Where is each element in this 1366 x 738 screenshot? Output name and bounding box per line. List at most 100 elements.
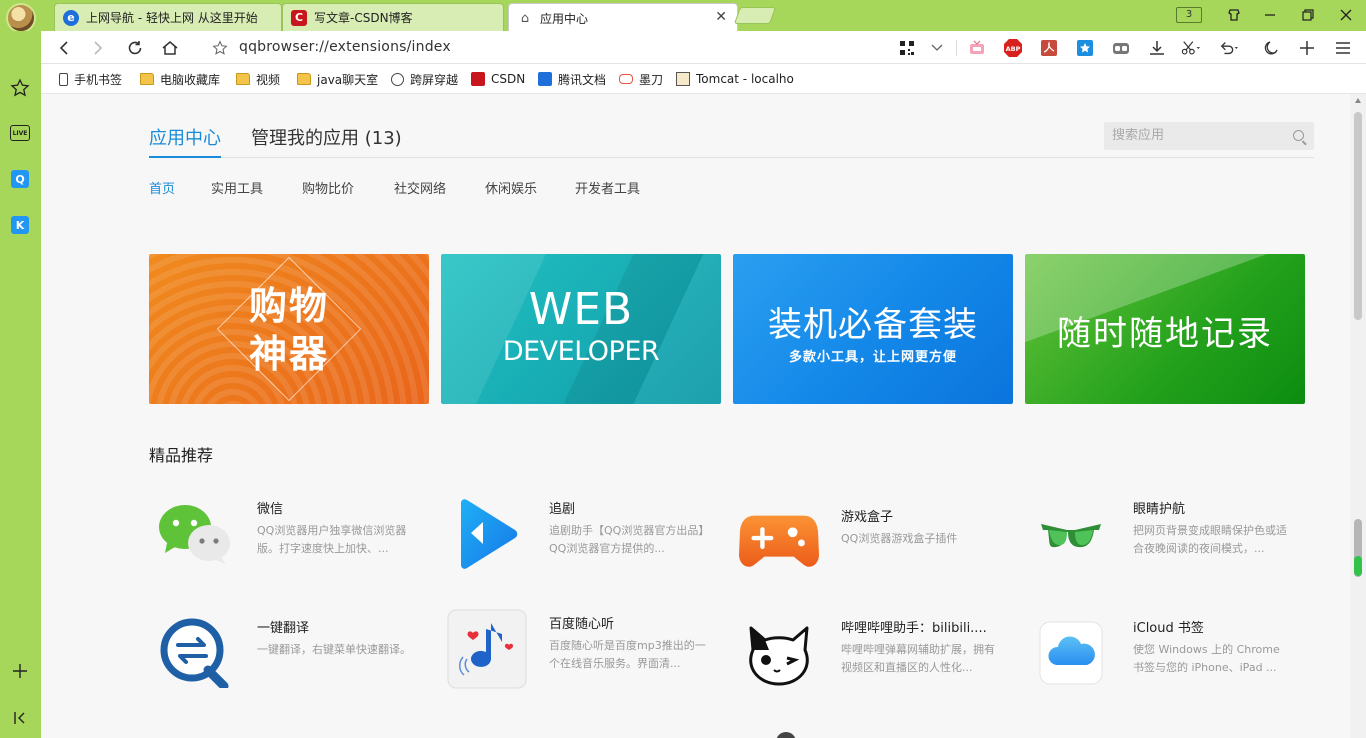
app-name: 哔哩哔哩助手：bilibili.... [841,621,987,636]
app-description: 使您 Windows 上的 Chrome 书签与您的 iPhone、iPad .… [1133,643,1280,674]
tv-extension-icon[interactable] [967,38,987,58]
phone-icon [59,72,68,86]
banner-shopping-tool[interactable]: 购物 神器 [149,254,429,404]
add-sidebar-app-icon[interactable] [9,660,31,682]
bookmark-tomcat[interactable]: Tomcat - localho [676,71,794,87]
bookmark-folder-pc-favorites[interactable]: 电脑收藏库 [140,71,220,87]
banner-essential-kit[interactable]: 装机必备套装 多款小工具，让上网更方便 [733,254,1013,404]
new-tab-button[interactable] [733,7,777,24]
category-leisure[interactable]: 休闲娱乐 [485,178,537,197]
collapse-sidebar-icon[interactable] [9,707,31,729]
icloud-icon [1031,613,1111,693]
bookmark-star-icon[interactable] [209,37,231,59]
page-scrollbar[interactable] [1350,94,1366,738]
app-description: 百度随心听是百度mp3推出的一个在线音乐服务。界面清... [549,639,706,670]
app-card-one-click-translate[interactable]: 一键翻译 一键翻译，右键菜单快速翻译。 [149,613,429,703]
url-field[interactable]: qqbrowser://extensions/index [239,39,451,55]
bookmark-label: Tomcat - localho [696,72,794,86]
toolbar-divider [956,40,957,56]
bilibili-cat-icon [739,613,819,693]
app-description: 一键翻译，右键菜单快速翻译。 [257,643,411,656]
live-label: LIVE [10,125,30,141]
app-card-wechat[interactable]: 微信 QQ浏览器用户独享微信浏览器版。打字速度快上加快、... [149,494,429,584]
globe-icon [391,72,404,86]
restore-icon[interactable] [1298,6,1318,24]
app-name: 微信 [257,502,284,517]
app-card-baidu-music[interactable]: 百度随心听 百度随心听是百度mp3推出的一个在线音乐服务。界面清... [441,609,721,699]
back-icon[interactable] [53,37,75,59]
banner-web-developer[interactable]: WEB DEVELOPER [441,254,721,404]
bookmark-label: 电脑收藏库 [160,72,221,87]
music-note-icon [447,609,527,689]
night-mode-moon-icon[interactable] [1261,38,1281,58]
k-app-icon[interactable]: K [9,214,31,236]
search-icon[interactable] [1293,130,1304,141]
banner-record-anytime[interactable]: 随时随地记录 [1025,254,1305,404]
close-window-icon[interactable] [1336,6,1356,24]
app-card-bilibili-helper[interactable]: 哔哩哔哩助手：bilibili.... 哔哩哔哩弹幕网辅助扩展，拥有视频区和直播… [733,613,1013,703]
category-social[interactable]: 社交网络 [394,178,446,197]
forward-icon[interactable] [87,37,109,59]
folder-icon [140,73,154,85]
category-home[interactable]: 首页 [149,178,175,197]
app-card-zhuiju[interactable]: 追剧 追剧助手【QQ浏览器官方出品】QQ浏览器官方提供的... [441,494,721,584]
tomcat-icon [676,72,690,86]
app-card-eye-care[interactable]: 眼睛护航 把网页背景变成眼睛保护色或适合夜晚阅读的夜间模式，... [1025,494,1305,584]
incognito-icon[interactable] [1111,38,1131,58]
bookmark-label: CSDN [491,72,526,86]
app-name: 眼睛护航 [1133,502,1186,517]
green-glasses-icon [1031,494,1111,574]
tab-label: 上网导航 - 轻快上网 从这里开始 [86,11,258,25]
user-avatar[interactable] [6,3,36,33]
bookmark-folder-java-chat[interactable]: java聊天室 [297,71,378,87]
qq-app-icon[interactable]: Q [9,168,31,190]
undo-close-tab-icon[interactable] [1219,38,1239,58]
app-search-input[interactable] [1112,128,1282,143]
bookmark-tencent-docs[interactable]: 腾讯文档 [538,71,606,87]
pdf-tool-icon[interactable] [1039,38,1059,58]
app-description: 把网页背景变成眼睛保护色或适合夜晚阅读的夜间模式，... [1133,524,1287,555]
new-tab-plus-icon[interactable] [1297,38,1317,58]
address-bar: qqbrowser://extensions/index ABP [41,31,1366,64]
side-panel: LIVE Q K [0,31,41,738]
category-utilities[interactable]: 实用工具 [211,178,263,197]
app-name: 一键翻译 [257,621,310,636]
tab-manage-my-apps[interactable]: 管理我的应用 (13) [251,124,402,150]
scroll-up-arrow-icon[interactable] [1355,98,1361,103]
minimize-icon[interactable] [1260,6,1280,24]
tab-app-center[interactable]: ⌂ 应用中心 ✕ [508,3,738,32]
tab-bar: e 上网导航 - 轻快上网 从这里开始 C 写文章-CSDN博客 ⌂ 应用中心 … [0,0,1366,33]
live-icon[interactable]: LIVE [9,122,31,144]
skin-icon[interactable] [1224,6,1244,24]
bookmark-modao[interactable]: 墨刀 [619,71,663,87]
favorites-star-icon[interactable] [9,77,31,99]
bookmark-label: 腾讯文档 [558,72,607,87]
app-card-game-box[interactable]: 游戏盒子 QQ浏览器游戏盒子插件 [733,502,1013,592]
tab-csdn[interactable]: C 写文章-CSDN博客 [282,3,504,31]
qr-code-icon[interactable] [897,38,917,58]
download-icon[interactable] [1147,38,1167,58]
tab-shangwang-daohang[interactable]: e 上网导航 - 轻快上网 从这里开始 [54,3,282,31]
app-card-icloud-bookmarks[interactable]: iCloud 书签 使您 Windows 上的 Chrome 书签与您的 iPh… [1025,613,1305,703]
adblock-plus-icon[interactable]: ABP [1003,38,1023,58]
url-dropdown-chevron-icon[interactable] [927,38,947,58]
banner-title-line2: 神器 [248,332,329,376]
bookmark-cross-screen[interactable]: 跨屏穿越 [391,71,458,87]
app-name: iCloud 书签 [1133,621,1204,636]
menu-hamburger-icon[interactable] [1333,38,1353,58]
bookmark-folder-video[interactable]: 视频 [236,71,280,87]
refresh-icon[interactable] [124,37,146,59]
close-tab-icon[interactable]: ✕ [715,9,727,25]
screenshot-scissors-icon[interactable] [1181,38,1201,58]
bookmark-csdn[interactable]: CSDN [471,71,525,87]
banner-title: WEB [528,284,634,335]
tab-count-badge[interactable]: 3 [1176,7,1202,23]
category-developer-tools[interactable]: 开发者工具 [575,178,640,197]
collection-star-icon[interactable] [1075,38,1095,58]
tab-app-center-page[interactable]: 应用中心 [149,124,221,158]
home-icon[interactable] [159,37,181,59]
bookmark-mobile[interactable]: 手机书签 [59,71,122,87]
bookmark-label: 手机书签 [74,72,123,87]
category-shopping[interactable]: 购物比价 [302,178,354,197]
scroll-thumb[interactable] [1354,112,1362,320]
